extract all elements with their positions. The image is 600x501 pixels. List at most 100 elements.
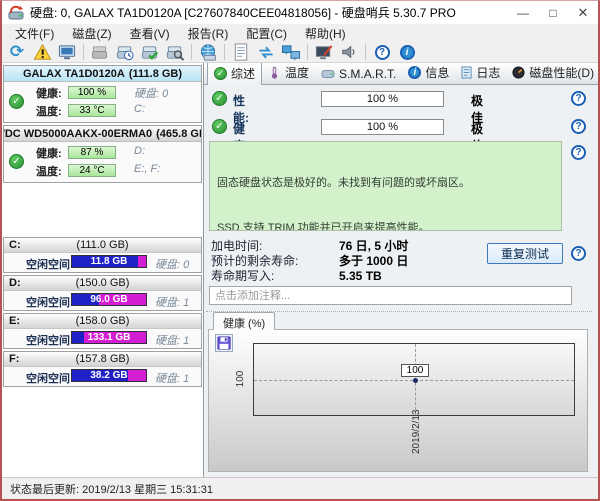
disk-number: 硬盘: 1 (155, 370, 189, 386)
partition-size: (111.0 GB) (4, 239, 201, 251)
space-usage-bar: 11.8 GB (71, 255, 147, 268)
toolbar-separator (365, 44, 366, 60)
disk-number: 硬盘: 1 (155, 294, 189, 310)
minimize-button[interactable]: — (508, 2, 538, 23)
health-bar: 100 % (68, 86, 116, 99)
help-icon[interactable]: ? (571, 246, 586, 261)
partition-item-f[interactable]: F: (157.8 GB) 空闲空间 38.2 GB 硬盘: 1 (3, 351, 202, 387)
gauge-icon (512, 66, 525, 79)
monitor-edit-icon[interactable] (313, 42, 335, 62)
refresh-icon[interactable]: ⟳ (6, 42, 28, 62)
temp-label: 温度: (36, 103, 62, 119)
sidebar-spacer (2, 183, 203, 235)
space-usage-bar: 96.0 GB (71, 293, 147, 306)
disk-check-icon[interactable] (139, 42, 161, 62)
disk-search-icon[interactable] (164, 42, 186, 62)
power-on-value: 76 日, 5 小时 (339, 239, 408, 253)
info-icon: i (408, 66, 421, 79)
retest-button[interactable]: 重复测试 (487, 243, 563, 264)
smart-disk-icon (321, 68, 335, 80)
disk-list-panel: GALAX TA1D0120A(111.8 GB) ✓ 健康: 100 % 硬盘… (2, 63, 204, 477)
disk-disabled-icon[interactable] (89, 42, 111, 62)
free-space-label: 空闲空间 (26, 370, 70, 386)
network-disk-icon[interactable] (197, 42, 219, 62)
app-window: 硬盘: 0, GALAX TA1D0120A [C27607840CEE0481… (0, 0, 600, 501)
speaker-icon[interactable] (338, 42, 360, 62)
maximize-button[interactable]: □ (538, 2, 568, 23)
ok-icon: ✓ (212, 91, 227, 106)
tab-smart[interactable]: S.M.A.R.T. (315, 64, 402, 84)
remaining-life-label: 预计的剩余寿命: (211, 254, 339, 269)
chart-point-label: 100 (401, 364, 429, 377)
window-title: 硬盘: 0, GALAX TA1D0120A [C27607840CEE0481… (30, 4, 508, 21)
titlebar: 硬盘: 0, GALAX TA1D0120A [C27607840CEE0481… (2, 1, 598, 24)
menu-bar: 文件(F) 磁盘(Z) 查看(V) 报告(R) 配置(C) 帮助(H) (2, 24, 598, 42)
disk-item-0[interactable]: GALAX TA1D0120A(111.8 GB) ✓ 健康: 100 % 硬盘… (3, 65, 202, 123)
tab-health-chart[interactable]: 健康 (%) (213, 312, 275, 330)
space-usage-bar: 133.1 GB (71, 331, 147, 344)
drive-letters: C: (134, 103, 145, 115)
disk-clock-icon[interactable] (114, 42, 136, 62)
help-icon[interactable]: ? (371, 42, 393, 62)
menu-report[interactable]: 报告(R) (179, 24, 238, 43)
health-bar: 87 % (68, 146, 116, 159)
ok-icon: ✓ (212, 119, 227, 134)
temp-label: 温度: (36, 163, 62, 179)
drive-letters: D: (134, 145, 145, 157)
tab-disk-performance[interactable]: 磁盘性能(D) (506, 63, 598, 84)
info-icon[interactable]: i (396, 42, 418, 62)
tab-temperature[interactable]: 温度 (262, 63, 315, 84)
comment-input[interactable] (209, 286, 572, 305)
disk-number: 硬盘: 0 (134, 85, 168, 101)
toolbar-separator (191, 44, 192, 60)
menu-help[interactable]: 帮助(H) (296, 24, 355, 43)
disk-monitor-icon[interactable] (56, 42, 78, 62)
power-on-label: 加电时间: (211, 239, 339, 254)
sync-icon[interactable] (255, 42, 277, 62)
log-page-icon (461, 66, 472, 79)
status-bar: 状态最后更新: 2019/2/13 星期三 15:31:31 (2, 477, 598, 499)
health-label: 健康: (36, 85, 62, 101)
temp-bar: 33 °C (68, 104, 116, 117)
help-icon[interactable]: ? (571, 119, 586, 134)
warning-icon[interactable] (31, 42, 53, 62)
remaining-life-value: 多于 1000 日 (339, 254, 408, 268)
disk-title: WDC WD5000AAKX-00ERMA0(465.8 GB) (4, 126, 201, 142)
report-icon[interactable] (230, 42, 252, 62)
disk-number: 硬盘: 0 (155, 256, 189, 272)
free-space-label: 空闲空间 (26, 256, 70, 272)
save-chart-icon[interactable] (215, 334, 233, 352)
menu-disk[interactable]: 磁盘(Z) (63, 24, 120, 43)
partition-size: (150.0 GB) (4, 277, 201, 289)
tab-information[interactable]: i 信息 (402, 63, 455, 84)
overview-panel: ✓ 综述 温度 S.M.A.R.T. i 信息 日志 (204, 63, 598, 477)
disk-item-1[interactable]: WDC WD5000AAKX-00ERMA0(465.8 GB) ✓ 健康: 8… (3, 125, 202, 183)
thermometer-icon (268, 66, 281, 80)
help-icon[interactable]: ? (571, 91, 586, 106)
performance-bar: 100 % (321, 91, 444, 107)
menu-file[interactable]: 文件(F) (6, 24, 63, 43)
partition-item-c[interactable]: C: (111.0 GB) 空闲空间 11.8 GB 硬盘: 0 (3, 237, 202, 273)
help-icon[interactable]: ? (571, 145, 586, 160)
close-button[interactable]: ✕ (568, 2, 598, 23)
drive-letters: E:, F: (134, 163, 160, 175)
toolbar: ⟳ (2, 42, 598, 63)
menu-config[interactable]: 配置(C) (237, 24, 296, 43)
last-update-text: 状态最后更新: 2019/2/13 星期三 15:31:31 (10, 481, 213, 497)
tab-log[interactable]: 日志 (455, 63, 506, 84)
health-chart: 100 100 2019/2/13 (208, 329, 588, 472)
partition-item-e[interactable]: E: (158.0 GB) 空闲空间 133.1 GB 硬盘: 1 (3, 313, 202, 349)
space-usage-bar: 38.2 GB (71, 369, 147, 382)
partition-item-d[interactable]: D: (150.0 GB) 空闲空间 96.0 GB 硬盘: 1 (3, 275, 202, 311)
menu-view[interactable]: 查看(V) (121, 24, 179, 43)
toolbar-separator (83, 44, 84, 60)
tab-overview[interactable]: ✓ 综述 (207, 63, 262, 85)
chart-data-point (413, 378, 418, 383)
remote-computers-icon[interactable] (280, 42, 302, 62)
temp-bar: 24 °C (68, 164, 116, 177)
health-bar: 100 % (321, 119, 444, 135)
free-space-label: 空闲空间 (26, 294, 70, 310)
free-space-label: 空闲空间 (26, 332, 70, 348)
lifetime-info: 加电时间:76 日, 5 小时 预计的剩余寿命:多于 1000 日 寿命期写入:… (211, 239, 408, 284)
chart-x-tick: 2019/2/13 (411, 406, 422, 454)
